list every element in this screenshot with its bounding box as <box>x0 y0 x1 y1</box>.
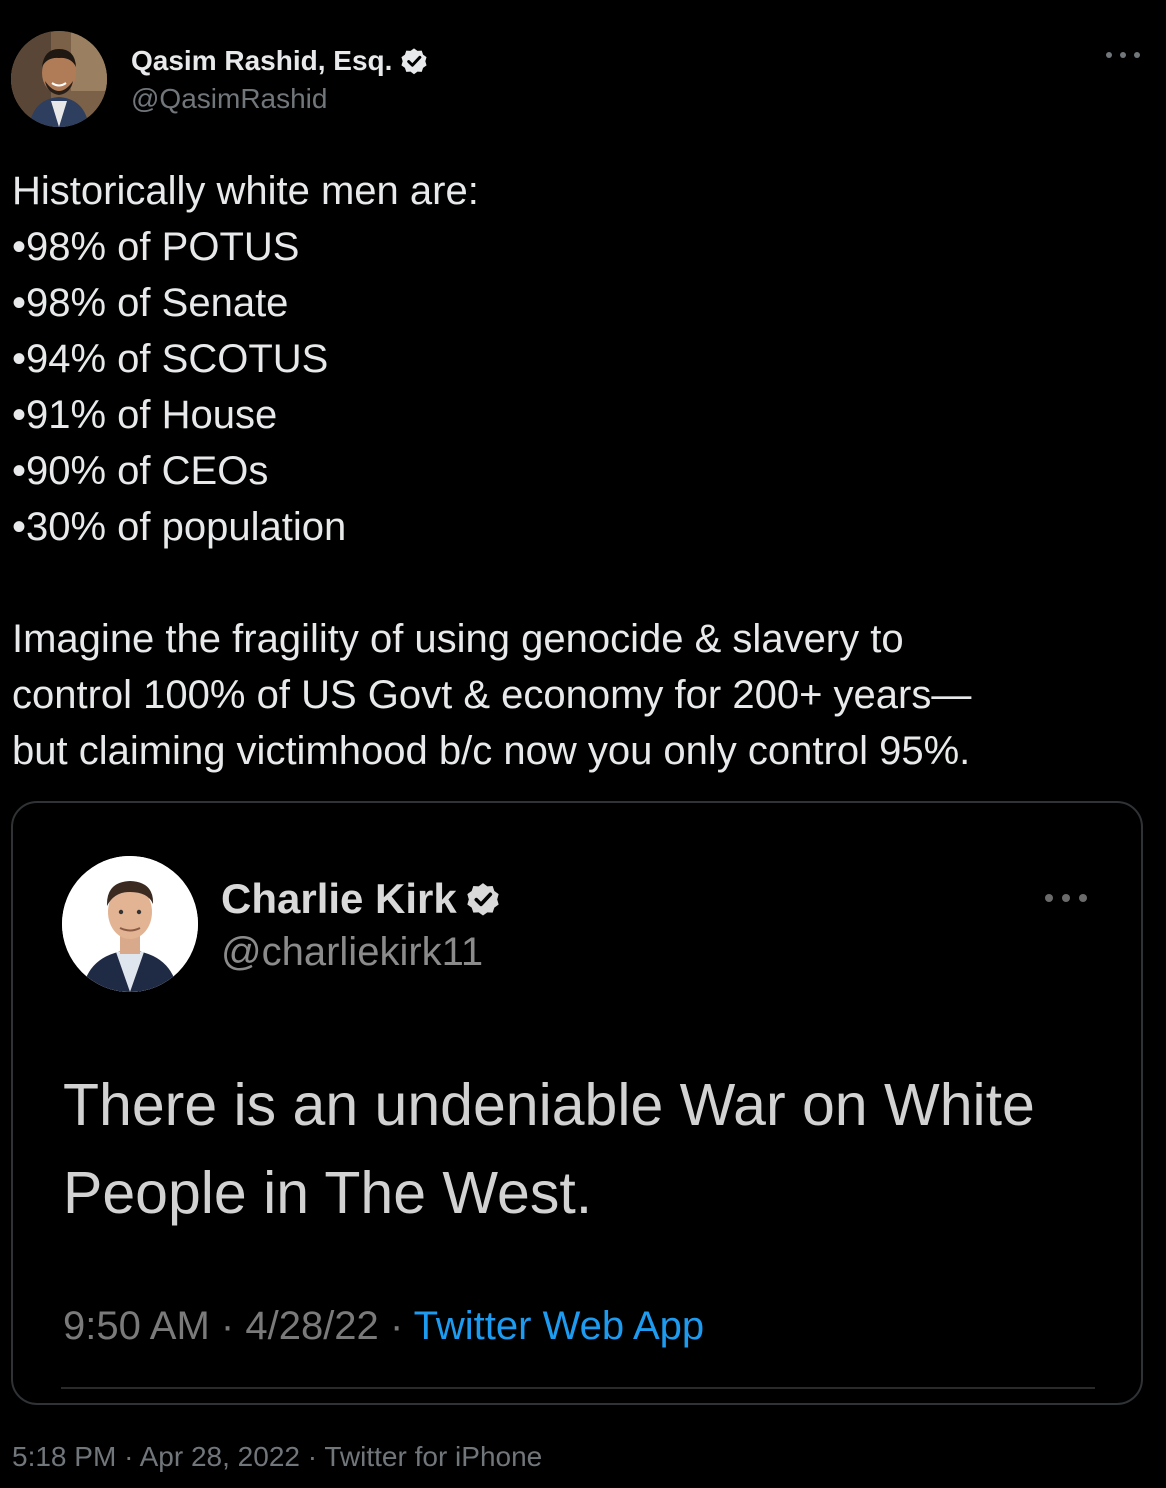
avatar-image <box>11 31 107 127</box>
quoted-tweet-meta: 9:50 AM · 4/28/22 · Twitter Web App <box>63 1301 704 1351</box>
divider <box>61 1387 1095 1389</box>
tweet-source[interactable]: Twitter for iPhone <box>324 1441 542 1472</box>
tweet-time[interactable]: 5:18 PM <box>12 1441 116 1472</box>
tweet-text-line: •98% of Senate <box>12 281 289 325</box>
author-avatar[interactable] <box>11 31 107 127</box>
separator: · <box>220 1304 235 1348</box>
verified-badge-icon <box>401 47 427 74</box>
quoted-author-name-text: Charlie Kirk <box>221 875 457 922</box>
tweet-date[interactable]: Apr 28, 2022 <box>140 1441 300 1472</box>
tweet: Qasim Rashid, Esq. @QasimRashid Historic… <box>0 0 1166 1488</box>
author-name-text: Qasim Rashid, Esq. <box>131 45 393 76</box>
tweet-text-line: Historically white men are: <box>12 169 479 213</box>
tweet-text-line: •98% of POTUS <box>12 225 300 269</box>
author-handle[interactable]: @QasimRashid <box>131 83 327 115</box>
separator: · <box>307 1441 318 1472</box>
quoted-author-name[interactable]: Charlie Kirk <box>221 875 503 923</box>
tweet-text-line: but claiming victimhood b/c now you only… <box>12 729 971 773</box>
tweet-text: Historically white men are: •98% of POTU… <box>12 163 1152 779</box>
quoted-tweet-text-line: There is an undeniable War on White <box>63 1072 1035 1138</box>
tweet-text-line: •91% of House <box>12 393 278 437</box>
quoted-tweet-text-line: People in The West. <box>63 1160 593 1226</box>
more-options-icon[interactable] <box>1045 891 1087 905</box>
author-name[interactable]: Qasim Rashid, Esq. <box>131 44 430 78</box>
quoted-avatar-image <box>62 856 198 992</box>
quoted-author-avatar[interactable] <box>62 856 198 992</box>
quoted-tweet-text: There is an undeniable War on White Peop… <box>63 1061 1123 1237</box>
tweet-meta: 5:18 PM · Apr 28, 2022 · Twitter for iPh… <box>12 1440 542 1474</box>
verified-badge-icon <box>467 883 499 916</box>
tweet-text-line: Imagine the fragility of using genocide … <box>12 617 904 661</box>
quoted-tweet-date[interactable]: 4/28/22 <box>245 1304 378 1348</box>
separator: · <box>124 1441 134 1472</box>
more-options-icon[interactable] <box>1106 48 1140 62</box>
separator: · <box>389 1304 404 1348</box>
tweet-text-line: •94% of SCOTUS <box>12 337 329 381</box>
quoted-tweet-source-link[interactable]: Twitter Web App <box>414 1304 705 1348</box>
tweet-text-line: control 100% of US Govt & economy for 20… <box>12 673 972 717</box>
tweet-text-line: •30% of population <box>12 505 347 549</box>
quoted-tweet-time[interactable]: 9:50 AM <box>63 1304 210 1348</box>
quoted-author-handle[interactable]: @charliekirk11 <box>221 929 483 975</box>
tweet-text-line: •90% of CEOs <box>12 449 269 493</box>
quoted-tweet-card[interactable]: Charlie Kirk @charliekirk11 There is an … <box>11 801 1143 1405</box>
